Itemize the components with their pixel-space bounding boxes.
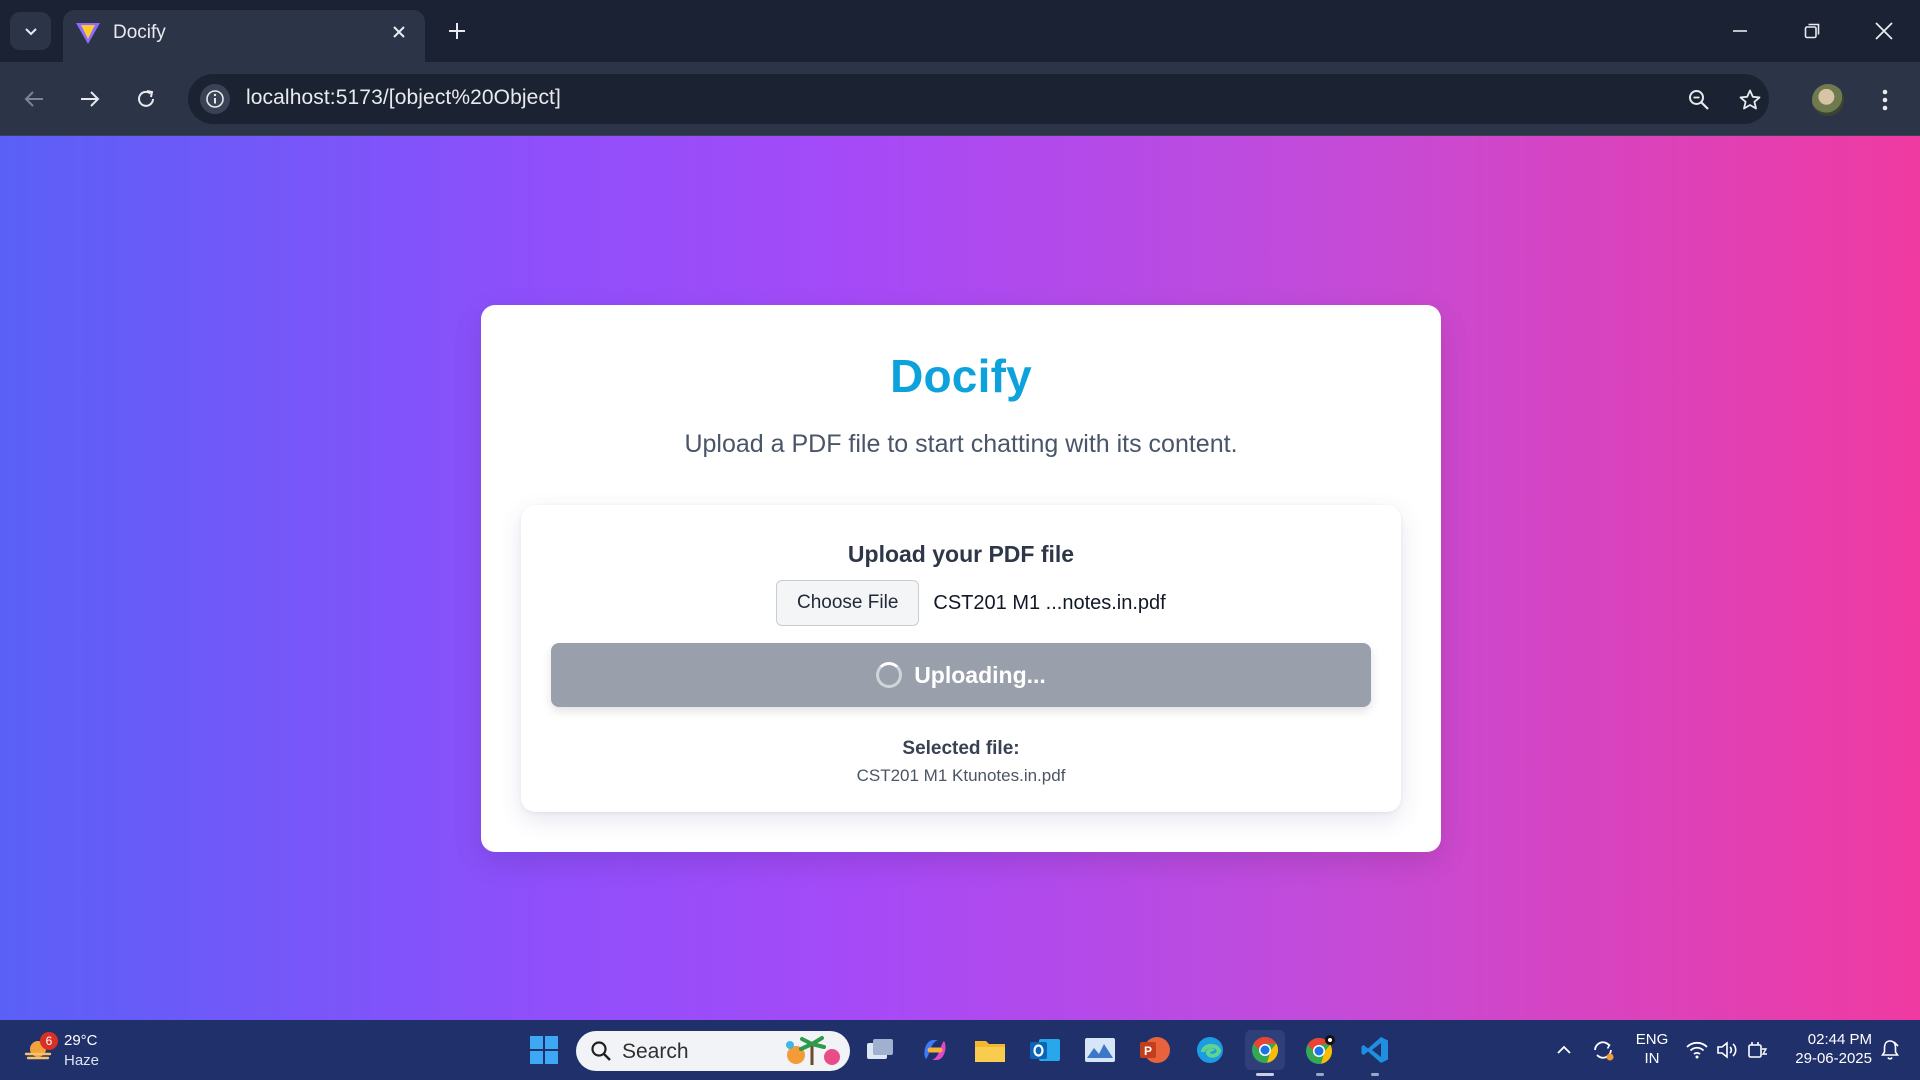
photos-icon[interactable] (1080, 1030, 1120, 1070)
chevron-down-icon (24, 28, 37, 36)
weather-widget[interactable]: 6 29°C Haze (20, 1030, 130, 1072)
close-window-button[interactable] (1848, 0, 1920, 62)
minimize-icon (1733, 30, 1747, 32)
vscode-icon[interactable] (1355, 1030, 1395, 1070)
browser-tabstrip: Docify (0, 0, 1920, 62)
folder-icon[interactable] (970, 1030, 1010, 1070)
plus-icon (449, 23, 465, 39)
edge-icon[interactable] (1190, 1030, 1230, 1070)
minimize-button[interactable] (1704, 0, 1776, 62)
upload-panel: Upload your PDF file Choose File CST201 … (521, 505, 1401, 812)
kebab-menu-icon (1882, 89, 1888, 111)
copilot-icon[interactable] (915, 1030, 955, 1070)
chosen-file-name: CST201 M1 ...notes.in.pdf (933, 591, 1166, 614)
page-viewport: Docify Upload a PDF file to start chatti… (0, 136, 1920, 1020)
start-button[interactable] (524, 1030, 564, 1070)
powerpoint-icon[interactable]: P (1135, 1030, 1175, 1070)
page-subtitle: Upload a PDF file to start chatting with… (684, 430, 1238, 458)
taskbar-search[interactable]: Search (576, 1031, 850, 1071)
upload-button[interactable]: Uploading... (551, 643, 1371, 707)
browser-menu-button[interactable] (1868, 82, 1902, 118)
lang-line-1: ENG (1635, 1031, 1669, 1048)
address-bar[interactable]: localhost:5173/[object%20Object] (188, 74, 1769, 124)
loading-spinner-icon (876, 662, 903, 688)
site-info-icon[interactable] (200, 84, 230, 114)
weather-temp: 29°C (64, 1032, 98, 1049)
brand-title: Docify (890, 350, 1032, 402)
forward-button[interactable] (70, 79, 110, 119)
upload-panel-title: Upload your PDF file (847, 541, 1075, 567)
weather-condition: Haze (64, 1052, 100, 1069)
tab-search-button[interactable] (10, 12, 51, 50)
main-card: Docify Upload a PDF file to start chatti… (481, 305, 1441, 852)
lang-line-2: IN (1644, 1050, 1660, 1067)
back-button[interactable] (14, 79, 54, 119)
new-tab-button[interactable] (440, 14, 474, 48)
tab-title: Docify (113, 22, 166, 43)
selected-file-label: Selected file: (902, 738, 1020, 759)
svg-text:P: P (1144, 1044, 1152, 1058)
taskbar-search-placeholder: Search (622, 1040, 689, 1063)
outlook-icon[interactable] (1025, 1030, 1065, 1070)
arrow-left-icon (24, 91, 43, 107)
weather-badge: 6 (40, 1032, 58, 1050)
sync-icon[interactable] (1588, 1030, 1618, 1070)
profile-avatar[interactable] (1812, 84, 1844, 116)
windows-taskbar: 6 29°C Haze Search P ENG IN 02:44 PM 29-… (0, 1020, 1920, 1080)
chrome-running-indicator (1316, 1073, 1324, 1076)
volume-icon[interactable] (1714, 1030, 1740, 1070)
system-clock[interactable]: 02:44 PM 29-06-2025 (1780, 1030, 1872, 1068)
restore-button[interactable] (1776, 0, 1848, 62)
chevron-up-icon (1557, 1045, 1571, 1054)
notifications-bell-icon[interactable] (1876, 1030, 1904, 1070)
chrome-profile-icon[interactable] (1300, 1030, 1340, 1070)
task-view-icon[interactable] (860, 1030, 900, 1070)
clock-date: 29-06-2025 (1795, 1050, 1872, 1067)
wifi-icon[interactable] (1684, 1030, 1710, 1070)
browser-toolbar: localhost:5173/[object%20Object] (0, 62, 1920, 136)
close-icon (1875, 22, 1893, 40)
search-highlight-art-icon (786, 1036, 840, 1065)
reload-button[interactable] (126, 79, 166, 119)
tab-close-icon[interactable] (385, 18, 413, 46)
choose-file-button[interactable]: Choose File (776, 580, 920, 626)
restore-icon (1804, 23, 1820, 39)
chrome-icon[interactable] (1245, 1030, 1285, 1070)
input-language-indicator[interactable]: ENG IN (1632, 1030, 1672, 1068)
upload-button-label: Uploading... (914, 661, 1046, 688)
vscode-running-indicator (1371, 1073, 1379, 1076)
battery-icon[interactable] (1744, 1030, 1770, 1070)
search-icon (591, 1041, 611, 1061)
browser-tab-active[interactable]: Docify (63, 10, 425, 62)
arrow-right-icon (81, 91, 100, 107)
chrome-active-indicator (1256, 1073, 1274, 1076)
file-input[interactable]: Choose File CST201 M1 ...notes.in.pdf (776, 579, 1166, 627)
reload-icon (138, 90, 154, 107)
selected-file-value: CST201 M1 Ktunotes.in.pdf (856, 766, 1066, 785)
vite-favicon-icon (76, 23, 100, 44)
zoom-icon[interactable] (1683, 84, 1715, 116)
url-text: localhost:5173/[object%20Object] (246, 86, 561, 109)
show-hidden-icons-button[interactable] (1552, 1030, 1576, 1070)
bookmark-star-icon[interactable] (1734, 84, 1766, 116)
windows-logo-icon (530, 1036, 558, 1064)
clock-time: 02:44 PM (1807, 1031, 1872, 1048)
